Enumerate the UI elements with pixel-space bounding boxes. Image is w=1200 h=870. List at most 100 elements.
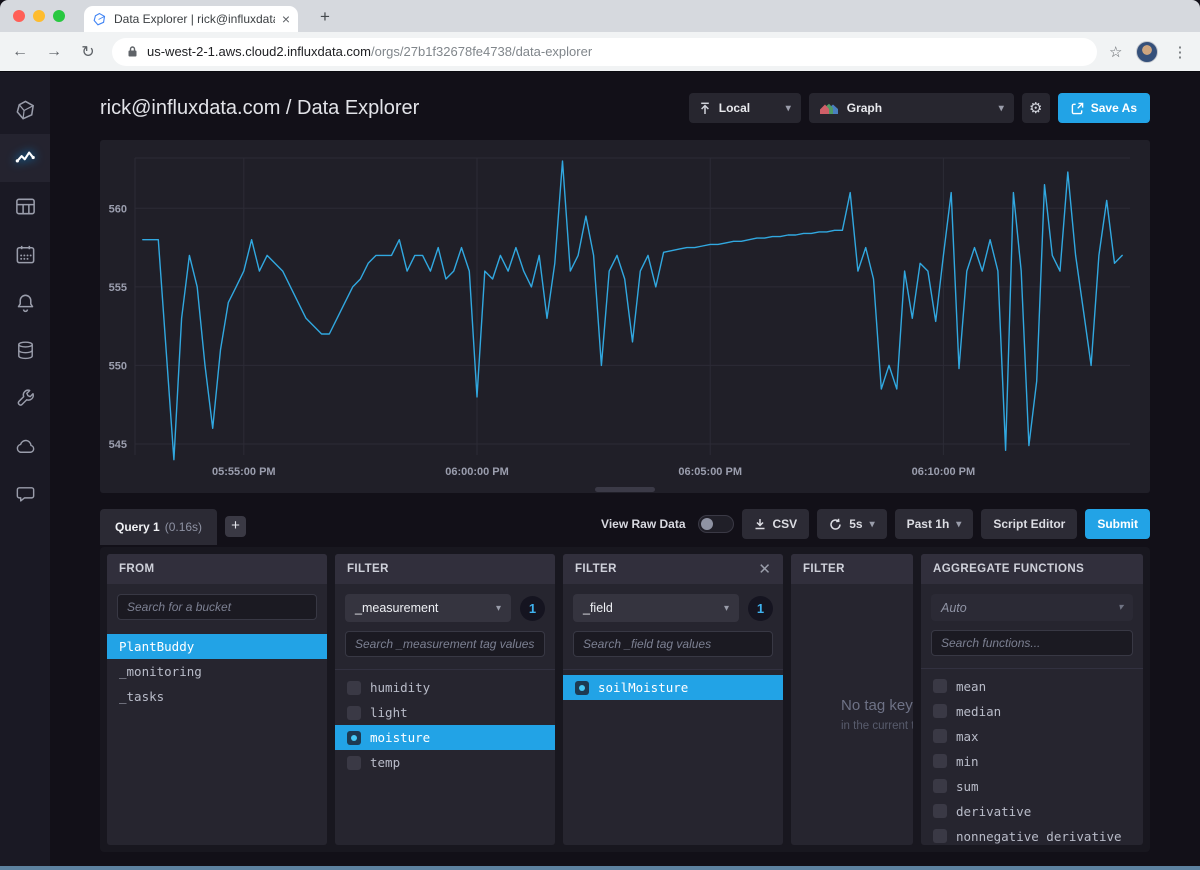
- close-window-button[interactable]: [13, 10, 25, 22]
- filter-header: FILTER: [335, 554, 555, 584]
- svg-text:06:00:00 PM: 06:00:00 PM: [445, 466, 509, 478]
- view-raw-data-toggle[interactable]: [698, 515, 734, 533]
- url-path: /orgs/27b1f32678fe4738/data-explorer: [371, 44, 592, 59]
- arrow-to-top-icon: [699, 102, 711, 115]
- measurement-item[interactable]: moisture: [335, 725, 555, 750]
- auto-refresh-dropdown[interactable]: 5s ▾: [817, 509, 886, 539]
- measurement-item[interactable]: light: [335, 700, 555, 725]
- lock-icon: [126, 45, 139, 58]
- database-icon: [14, 339, 37, 362]
- bucket-search-input[interactable]: [117, 594, 317, 620]
- window-period-dropdown[interactable]: Auto ▾: [931, 594, 1133, 621]
- checkbox[interactable]: [933, 779, 947, 793]
- filter-title: FILTER: [575, 563, 617, 575]
- forward-icon[interactable]: →: [40, 43, 68, 61]
- function-label: mean: [956, 679, 986, 694]
- tag-key-label: _field: [583, 601, 613, 615]
- tab-title: Data Explorer | rick@influxdata: [114, 12, 275, 26]
- timezone-dropdown[interactable]: Local ▾: [689, 93, 801, 123]
- filter-title: FILTER: [347, 563, 389, 575]
- minimize-window-button[interactable]: [33, 10, 45, 22]
- sidebar-item-alerts[interactable]: [0, 278, 50, 326]
- function-item[interactable]: derivative: [921, 799, 1143, 824]
- from-column: FROM PlantBuddy _monitoring _tasks: [107, 554, 327, 845]
- profile-avatar[interactable]: [1136, 41, 1158, 63]
- bookmark-star-icon[interactable]: ☆: [1109, 43, 1122, 61]
- function-item[interactable]: min: [921, 749, 1143, 774]
- url-host: us-west-2-1.aws.cloud2.influxdata.com: [147, 44, 371, 59]
- sidebar-item-feedback[interactable]: [0, 470, 50, 518]
- filter-field-column: FILTER ✕ _field ▾ 1: [563, 554, 783, 845]
- sidebar-item-dashboards[interactable]: [0, 182, 50, 230]
- filter-body: _measurement ▾ 1 humidity light: [335, 584, 555, 845]
- empty-state: No tag key in the current t: [791, 584, 913, 845]
- aggregate-column: AGGREGATE FUNCTIONS Auto ▾ mean: [921, 554, 1143, 845]
- time-range-dropdown[interactable]: Past 1h ▾: [895, 509, 974, 539]
- horizontal-scrollbar-thumb[interactable]: [595, 487, 655, 492]
- checkbox[interactable]: [933, 704, 947, 718]
- filter-measurement-column: FILTER _measurement ▾ 1 humidi: [335, 554, 555, 845]
- bucket-item[interactable]: _monitoring: [107, 659, 327, 684]
- save-as-button[interactable]: Save As: [1058, 93, 1150, 123]
- checkbox[interactable]: [347, 756, 361, 770]
- zoom-window-button[interactable]: [53, 10, 65, 22]
- query-tab[interactable]: Query 1 (0.16s): [100, 509, 217, 545]
- measurement-label: temp: [370, 755, 400, 770]
- checkbox-checked[interactable]: [347, 731, 361, 745]
- function-item[interactable]: nonnegative derivative: [921, 824, 1143, 845]
- function-item[interactable]: max: [921, 724, 1143, 749]
- new-tab-button[interactable]: +: [312, 4, 338, 30]
- measurement-label: humidity: [370, 680, 430, 695]
- script-editor-label: Script Editor: [993, 517, 1065, 531]
- graph-line-icon: [14, 147, 37, 170]
- field-item[interactable]: soilMoisture: [563, 675, 783, 700]
- checkbox[interactable]: [933, 829, 947, 843]
- bucket-item[interactable]: PlantBuddy: [107, 634, 327, 659]
- function-item[interactable]: median: [921, 699, 1143, 724]
- filter-header: FILTER: [791, 554, 913, 584]
- chevron-down-icon: ▾: [724, 603, 729, 614]
- function-item[interactable]: mean: [921, 674, 1143, 699]
- add-query-button[interactable]: +: [225, 516, 246, 537]
- browser-menu-icon[interactable]: ⋮: [1172, 43, 1187, 61]
- line-chart[interactable]: 54555055556005:55:00 PM06:00:00 PM06:05:…: [100, 140, 1150, 493]
- sidebar-item-cloud[interactable]: [0, 422, 50, 470]
- reload-icon[interactable]: ↻: [74, 42, 102, 62]
- timeseries-chart-panel[interactable]: 54555055556005:55:00 PM06:00:00 PM06:05:…: [100, 140, 1150, 493]
- sidebar-item-home[interactable]: [0, 86, 50, 134]
- time-range-label: Past 1h: [907, 517, 950, 531]
- sidebar-item-data-explorer[interactable]: [0, 134, 50, 182]
- browser-tab[interactable]: Data Explorer | rick@influxdata ×: [84, 6, 298, 32]
- measurement-item[interactable]: humidity: [335, 675, 555, 700]
- close-icon[interactable]: ✕: [758, 560, 771, 578]
- measurement-item[interactable]: temp: [335, 750, 555, 775]
- csv-download-button[interactable]: CSV: [742, 509, 810, 539]
- checkbox-checked[interactable]: [575, 681, 589, 695]
- checkbox[interactable]: [933, 729, 947, 743]
- measurement-list: humidity light moisture temp: [335, 669, 555, 775]
- checkbox[interactable]: [933, 804, 947, 818]
- sidebar-item-load-data[interactable]: [0, 326, 50, 374]
- address-bar[interactable]: us-west-2-1.aws.cloud2.influxdata.com/or…: [112, 38, 1097, 66]
- sidebar-item-settings[interactable]: [0, 374, 50, 422]
- measurement-search-input[interactable]: [345, 631, 545, 657]
- checkbox[interactable]: [347, 681, 361, 695]
- selected-count-badge: 1: [748, 596, 773, 621]
- bucket-item[interactable]: _tasks: [107, 684, 327, 709]
- function-search-input[interactable]: [931, 630, 1133, 655]
- sidebar-item-tasks[interactable]: [0, 230, 50, 278]
- tab-close-icon[interactable]: ×: [282, 11, 290, 27]
- checkbox[interactable]: [933, 679, 947, 693]
- function-item[interactable]: sum: [921, 774, 1143, 799]
- url-text: us-west-2-1.aws.cloud2.influxdata.com/or…: [147, 44, 592, 59]
- checkbox[interactable]: [347, 706, 361, 720]
- submit-button[interactable]: Submit: [1085, 509, 1150, 539]
- tag-key-dropdown[interactable]: _field ▾: [573, 594, 739, 622]
- script-editor-button[interactable]: Script Editor: [981, 509, 1077, 539]
- graph-settings-button[interactable]: ⚙: [1022, 93, 1050, 123]
- checkbox[interactable]: [933, 754, 947, 768]
- visualization-type-dropdown[interactable]: Graph ▾: [809, 93, 1014, 123]
- field-search-input[interactable]: [573, 631, 773, 657]
- back-icon[interactable]: ←: [6, 43, 34, 61]
- tag-key-dropdown[interactable]: _measurement ▾: [345, 594, 511, 622]
